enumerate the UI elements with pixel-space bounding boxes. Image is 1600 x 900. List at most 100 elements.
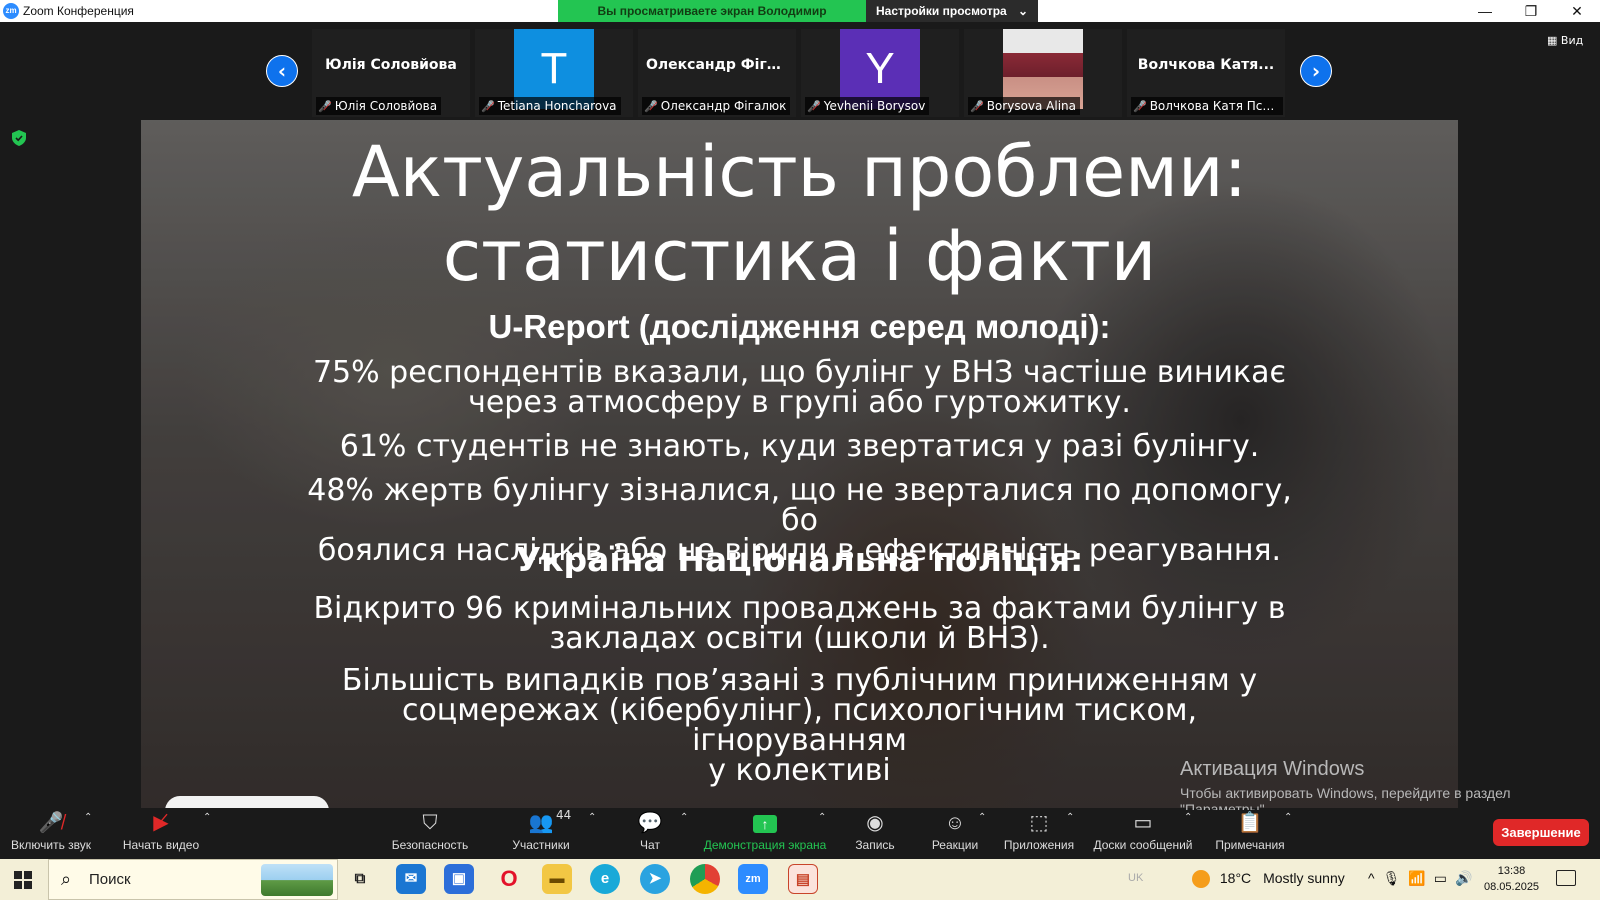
participant-label: 🎤̸ Олександр Фігалюк bbox=[642, 97, 791, 115]
audio-options-caret-icon[interactable]: ⌃ bbox=[84, 812, 92, 823]
chat-options-caret-icon[interactable]: ⌃ bbox=[680, 812, 688, 823]
participant-name: Юлія Соловйова bbox=[325, 57, 457, 73]
video-off-icon: ▶̸ bbox=[153, 812, 169, 834]
presenter-overlay bbox=[165, 796, 329, 808]
chat-button[interactable]: 💬 Чат bbox=[630, 810, 670, 852]
participant-tile[interactable]: Олександр Фіга... 🎤̸ Олександр Фігалюк bbox=[638, 29, 796, 117]
powerpoint-icon[interactable]: ▤ bbox=[788, 864, 818, 894]
store-icon[interactable]: ▣ bbox=[444, 864, 474, 894]
slide-line: 75% респондентів вказали, що булінг у ВН… bbox=[312, 355, 1287, 390]
edge-icon[interactable]: e bbox=[590, 864, 620, 894]
chevron-right-icon: › bbox=[1311, 59, 1321, 83]
zoom-logo-icon: zm bbox=[3, 3, 19, 19]
volume-icon[interactable]: 🔊 bbox=[1455, 870, 1480, 886]
mic-muted-icon: 🎤̸ bbox=[38, 812, 64, 834]
participant-name: Волчкова Катя... bbox=[1137, 57, 1275, 73]
mic-muted-icon: 🎤̸ bbox=[807, 100, 821, 113]
encryption-shield-icon[interactable] bbox=[12, 130, 26, 146]
file-explorer-icon[interactable]: ▬ bbox=[542, 864, 572, 894]
slide-line: 48% жертв булінгу зізналися, що не зверт… bbox=[307, 473, 1292, 538]
shield-icon: ⛉ bbox=[422, 812, 438, 834]
clock-time: 13:38 bbox=[1497, 865, 1526, 877]
participant-label-text: Yevhenii Borysov bbox=[823, 99, 926, 113]
mic-muted-icon: 🎤̸ bbox=[970, 100, 984, 113]
participant-tile[interactable]: Y 🎤̸ Yevhenii Borysov bbox=[801, 29, 959, 117]
notes-options-caret-icon[interactable]: ⌃ bbox=[1284, 812, 1292, 823]
network-icon[interactable]: 📶 bbox=[1408, 870, 1433, 886]
weather-widget[interactable]: 18°C Mostly sunny bbox=[1192, 870, 1345, 889]
video-options-caret-icon[interactable]: ⌃ bbox=[203, 812, 211, 823]
view-button[interactable]: ▦ Вид bbox=[1547, 34, 1583, 47]
view-settings-dropdown[interactable]: Настройки просмотра ⌄ bbox=[866, 0, 1038, 22]
share-banner: Вы просматриваете экран Володимир Носенк… bbox=[558, 0, 1038, 40]
participants-options-caret-icon[interactable]: ⌃ bbox=[588, 812, 596, 823]
participant-tile[interactable]: T 🎤̸ Tetiana Honcharova bbox=[475, 29, 633, 117]
opera-icon[interactable]: O bbox=[494, 864, 524, 894]
mic-muted-icon: 🎤̸ bbox=[481, 100, 495, 113]
participant-label: 🎤̸ Yevhenii Borysov bbox=[805, 97, 930, 115]
whiteboards-button[interactable]: ▭ Доски сообщений bbox=[1092, 810, 1194, 852]
start-video-button[interactable]: ▶̸ Начать видео bbox=[120, 810, 202, 852]
close-button[interactable]: ✕ bbox=[1554, 0, 1600, 22]
chevron-down-icon: ⌄ bbox=[1017, 4, 1028, 18]
participant-label: 🎤̸ Юлія Соловйова bbox=[316, 97, 442, 115]
windows-activation-watermark: Активация Windows Чтобы активировать Win… bbox=[1180, 758, 1511, 817]
participant-gallery: ‹ Юлія Соловйова 🎤̸ Юлія Соловйова T 🎤̸ Te… bbox=[0, 22, 1600, 118]
sun-icon bbox=[1192, 870, 1210, 889]
windows-start-icon[interactable] bbox=[14, 871, 32, 889]
security-label: Безопасность bbox=[391, 838, 469, 852]
participant-label-text: Borysova Alina bbox=[986, 99, 1077, 113]
participant-tile[interactable]: Юлія Соловйова 🎤̸ Юлія Соловйова bbox=[312, 29, 470, 117]
language-indicator[interactable]: UK bbox=[1128, 872, 1143, 884]
reactions-options-caret-icon[interactable]: ⌃ bbox=[978, 812, 986, 823]
gallery-next-button[interactable]: › bbox=[1300, 55, 1332, 87]
end-meeting-button[interactable]: Завершение bbox=[1493, 819, 1589, 846]
chrome-icon[interactable] bbox=[690, 864, 720, 894]
minimize-button[interactable]: — bbox=[1462, 0, 1508, 22]
unmute-button[interactable]: 🎤̸ Включить звук bbox=[10, 810, 92, 852]
restore-button[interactable]: ❐ bbox=[1508, 0, 1554, 22]
record-button[interactable]: ◉ Запись bbox=[850, 810, 900, 852]
slide-line: закладах освіти (школи й ВНЗ). bbox=[549, 621, 1050, 656]
notification-center-icon[interactable] bbox=[1556, 870, 1576, 886]
system-tray[interactable]: ^🎙📶▭🔊 bbox=[1368, 870, 1480, 887]
reactions-icon: ☺ bbox=[944, 812, 966, 834]
apps-button[interactable]: ⬚ Приложения bbox=[1002, 810, 1076, 852]
microphone-icon[interactable]: 🎙 bbox=[1383, 870, 1409, 886]
grid-view-icon: ▦ bbox=[1547, 34, 1558, 47]
reactions-label: Реакции bbox=[931, 838, 979, 852]
whiteboards-options-caret-icon[interactable]: ⌃ bbox=[1184, 812, 1192, 823]
title-bar: zm Zoom Конференция Вы просматриваете эк… bbox=[0, 0, 1600, 40]
slide-title-line: статистика і факти bbox=[442, 215, 1157, 297]
slide-line: Відкрито 96 кримінальних проваджень за ф… bbox=[313, 591, 1286, 626]
participant-label-text: Олександр Фігалюк bbox=[660, 99, 787, 113]
mic-muted-icon: 🎤̸ bbox=[1133, 100, 1147, 113]
participant-tile[interactable]: 🎤̸ Borysova Alina bbox=[964, 29, 1122, 117]
chevron-up-icon[interactable]: ^ bbox=[1368, 870, 1383, 886]
taskbar-clock[interactable]: 13:38 08.05.2025 bbox=[1484, 863, 1539, 895]
gallery-prev-button[interactable]: ‹ bbox=[266, 55, 298, 87]
participant-tile[interactable]: Волчкова Катя... 🎤̸ Волчкова Катя Псих... bbox=[1127, 29, 1285, 117]
search-icon: ⌕ bbox=[61, 869, 72, 889]
security-button[interactable]: ⛉ Безопасность bbox=[390, 810, 470, 852]
battery-icon[interactable]: ▭ bbox=[1434, 870, 1455, 886]
slide-line: Більшість випадків пов’язані з публічним… bbox=[341, 663, 1258, 698]
share-screen-button[interactable]: ↑ Демонстрация экрана bbox=[700, 810, 830, 852]
share-options-caret-icon[interactable]: ⌃ bbox=[818, 812, 826, 823]
mail-icon[interactable]: ✉ bbox=[396, 864, 426, 894]
zoom-taskbar-icon[interactable]: zm bbox=[738, 864, 768, 894]
slide-paragraph: Більшість випадків пов’язані з публічним… bbox=[301, 666, 1298, 786]
slide-line: у колективі bbox=[708, 753, 891, 788]
telegram-icon[interactable]: ➤ bbox=[640, 864, 670, 894]
apps-options-caret-icon[interactable]: ⌃ bbox=[1066, 812, 1074, 823]
mic-muted-icon: 🎤̸ bbox=[644, 100, 658, 113]
reactions-button[interactable]: ☺ Реакции bbox=[930, 810, 980, 852]
participants-count: 44 bbox=[556, 808, 572, 822]
taskbar-search[interactable]: ⌕ Поиск bbox=[48, 859, 338, 900]
task-view-icon[interactable]: ⧉ bbox=[345, 864, 375, 894]
slide-title: Актуальність проблеми: статистика і факт… bbox=[141, 130, 1458, 298]
whiteboards-label: Доски сообщений bbox=[1093, 838, 1193, 852]
share-screen-icon: ↑ bbox=[700, 810, 830, 836]
notes-button[interactable]: 📋 Примечания bbox=[1212, 810, 1288, 852]
clock-date: 08.05.2025 bbox=[1484, 881, 1540, 893]
